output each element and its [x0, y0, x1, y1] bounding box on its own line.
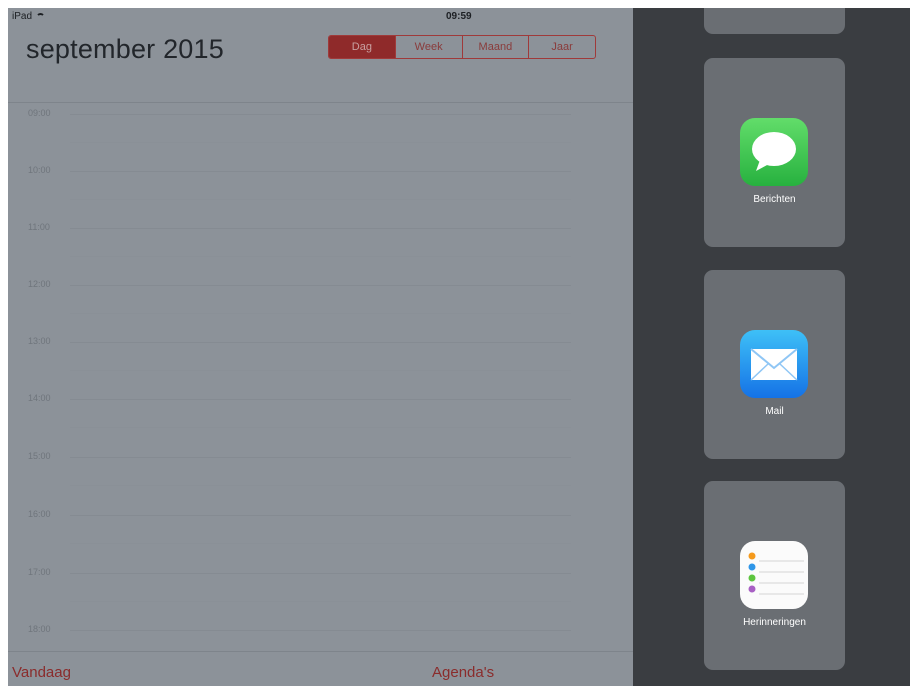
- hour-label: 15:00: [28, 451, 51, 461]
- app-card-messages[interactable]: Berichten: [704, 58, 845, 247]
- device-name: iPad: [12, 11, 33, 22]
- today-button[interactable]: Vandaag: [12, 664, 71, 681]
- hour-label: 10:00: [28, 165, 51, 175]
- status-time: 09:59: [446, 11, 472, 22]
- app-card-partial[interactable]: [704, 8, 845, 34]
- header-divider: [8, 102, 633, 103]
- hour-row: 13:00: [8, 336, 633, 399]
- hour-row: 11:00: [8, 222, 633, 285]
- tab-week[interactable]: Week: [394, 36, 462, 58]
- app-card-reminders[interactable]: Herinneringen: [704, 481, 845, 670]
- slide-over-app-picker: Berichten Mail Herinneringen: [633, 8, 910, 686]
- toolbar-divider: [8, 651, 633, 652]
- mail-icon: [740, 330, 808, 398]
- tab-year[interactable]: Jaar: [528, 36, 595, 58]
- app-label: Mail: [765, 406, 784, 417]
- app-card-mail[interactable]: Mail: [704, 270, 845, 459]
- reminders-icon: [740, 541, 808, 609]
- hour-row: 14:00: [8, 393, 633, 456]
- app-label: Herinneringen: [743, 617, 806, 628]
- screen: iPad 09:59 september 2015 Dag Week Maand…: [8, 8, 910, 686]
- tab-month[interactable]: Maand: [461, 36, 529, 58]
- hour-label: 11:00: [28, 222, 50, 232]
- hour-label: 09:00: [28, 108, 51, 118]
- tab-day[interactable]: Dag: [329, 36, 395, 58]
- hour-row: 15:00: [8, 451, 633, 514]
- page-title: september 2015: [26, 34, 224, 64]
- hour-row: 12:00: [8, 279, 633, 342]
- calendars-button[interactable]: Agenda's: [432, 664, 494, 681]
- hour-row: 16:00: [8, 509, 633, 572]
- wifi-icon: [36, 13, 46, 20]
- hour-label: 13:00: [28, 336, 51, 346]
- app-label: Berichten: [753, 194, 796, 205]
- status-bar: iPad 09:59: [8, 8, 633, 26]
- hour-label: 18:00: [28, 624, 51, 634]
- messages-icon: [740, 118, 808, 186]
- hour-label: 14:00: [28, 393, 51, 403]
- hour-label: 12:00: [28, 279, 51, 289]
- hour-label: 16:00: [28, 509, 51, 519]
- hour-row: 17:00: [8, 567, 633, 630]
- calendar-pane: iPad 09:59 september 2015 Dag Week Maand…: [8, 8, 633, 686]
- hour-row: 18:00: [8, 624, 633, 650]
- hour-row: 10:00: [8, 165, 633, 228]
- hour-label: 17:00: [28, 567, 51, 577]
- hour-row: 09:00: [8, 108, 633, 171]
- view-switcher: Dag Week Maand Jaar: [328, 35, 596, 59]
